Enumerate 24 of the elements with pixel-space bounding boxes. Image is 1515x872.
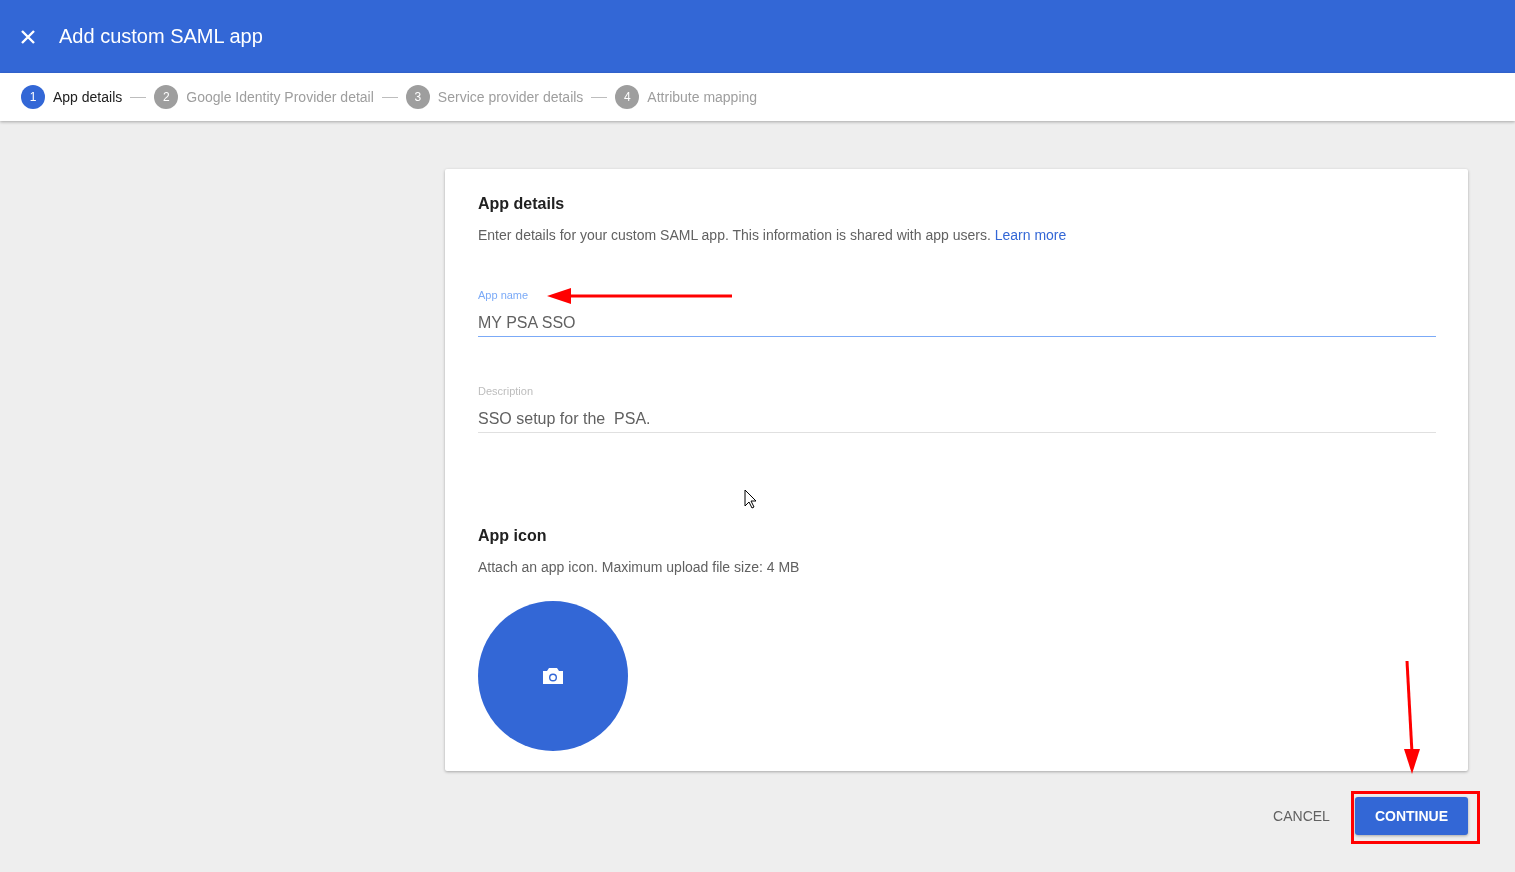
field-label: App name xyxy=(478,289,529,301)
field-value: SSO setup for the PSA. xyxy=(478,410,652,428)
step-label[interactable]: Service provider details xyxy=(437,89,584,105)
continue-button[interactable]: CONTINUE xyxy=(1354,797,1468,835)
step-label[interactable]: App details xyxy=(53,89,123,105)
camera-icon xyxy=(542,667,564,685)
step-number: 3 xyxy=(405,85,430,109)
text-field[interactable]: Description SSO setup for the PSA. xyxy=(478,381,1436,433)
learn-more-link[interactable]: Learn more xyxy=(994,227,1067,243)
field-label: Description xyxy=(478,385,534,397)
section-title: App details xyxy=(478,195,566,213)
close-icon[interactable] xyxy=(20,28,36,45)
step-number: 2 xyxy=(154,85,179,109)
cancel-button[interactable]: CANCEL xyxy=(1273,797,1330,835)
step-number: 4 xyxy=(615,85,640,109)
step-number: 1 xyxy=(21,85,45,109)
field-value: MY PSA SSO xyxy=(478,314,577,332)
section-description: Attach an app icon. Maximum upload file size: 4 MB xyxy=(478,559,801,575)
section-title: App icon xyxy=(478,527,548,545)
section-description: Enter details for your custom SAML app. This information is shared with app users. Learn more xyxy=(478,227,1068,243)
step-label[interactable]: Attribute mapping xyxy=(647,89,758,105)
cursor-icon xyxy=(744,489,757,509)
step-label[interactable]: Google Identity Provider detail xyxy=(186,89,374,105)
header-title: Add custom SAML app xyxy=(59,25,263,48)
